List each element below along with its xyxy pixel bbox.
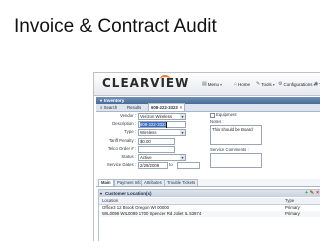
tab-search-label: Search (103, 105, 118, 110)
service-start-value: 2/29/2008 (140, 163, 160, 168)
subtab-strip: Main Payment Info Attributes Trouble Tic… (96, 179, 320, 187)
search-icon: ⌕ (100, 105, 103, 110)
tab-search[interactable]: ⌕ Search (98, 104, 119, 111)
delete-icon[interactable]: × (316, 190, 319, 197)
home-button[interactable]: ⌂ Home (234, 81, 250, 87)
add-icon[interactable]: + (305, 190, 308, 197)
tariff-label: Tariff Penalty : (108, 138, 136, 143)
menu-label: Menu (207, 81, 219, 87)
customer-locations-panel: ▾ Customer Location(s) + ✎ × Location Ty… (98, 189, 320, 241)
service-dates-label: Service Dates : (106, 162, 136, 167)
menu-button[interactable]: ▤ Menu ▾ (202, 81, 222, 87)
vendor-select[interactable]: Verizon Wireless ▾ (138, 113, 186, 120)
chevron-down-icon: ▾ (272, 81, 275, 87)
service-comments-textarea[interactable] (210, 153, 262, 168)
type-cell: Primary (285, 211, 300, 216)
equipment-label: Equipment (216, 112, 237, 117)
description-value: 608-222-3323 (140, 122, 167, 127)
configurations-label: Configurations (283, 81, 313, 87)
tariff-input[interactable]: $0.00 (138, 138, 175, 145)
collapse-icon[interactable]: ▾ (100, 190, 102, 197)
subtab-main[interactable]: Main (98, 179, 114, 186)
slide-title: Invoice & Contract Audit (14, 16, 217, 37)
tools-button[interactable]: ✎ Tools ▾ (256, 81, 275, 87)
chevron-down-icon: ▾ (180, 155, 185, 160)
subtab-trouble-tickets[interactable]: Trouble Tickets (164, 179, 199, 186)
customer-locations-title: Customer Location(s) (105, 191, 152, 196)
notes-textarea[interactable]: This should be Board (210, 125, 262, 145)
service-end-input[interactable] (177, 162, 200, 169)
menu-icon: ▤ (202, 81, 207, 87)
tab-record[interactable]: 608-222-3323 × (148, 103, 186, 111)
record-form: Vendor : Verizon Wireless ▾ Description :… (96, 112, 320, 170)
service-to-label: to (169, 162, 173, 167)
chevron-down-icon: ▾ (180, 114, 185, 119)
collapse-icon[interactable]: ▾ (100, 98, 102, 103)
service-start-input[interactable]: 2/29/2008 (138, 162, 168, 169)
status-value: Active (140, 155, 152, 160)
chevron-down-icon: ▾ (180, 130, 185, 135)
panel-title: Inventory (104, 98, 125, 103)
text-cursor (166, 122, 167, 128)
type-value: Wireless (140, 130, 157, 135)
tab-results-label: Results (127, 105, 142, 110)
column-header-type[interactable]: Type (285, 198, 294, 204)
panel-title-bar: ▾ Inventory (96, 97, 320, 104)
home-icon: ⌂ (234, 81, 238, 87)
status-select[interactable]: Active ▾ (138, 154, 186, 161)
close-icon[interactable]: × (180, 105, 183, 110)
customer-locations-header: ▾ Customer Location(s) + ✎ × (99, 190, 320, 197)
home-label: Home (238, 81, 251, 87)
app-window: CLEARVIEW ▤ Menu ▾ ⌂ Home ✎ Tools ▾ ⚙ Co… (93, 72, 320, 241)
view-icon: ◉ (314, 81, 319, 87)
telco-order-label: Telco Order # : (107, 146, 136, 151)
tools-icon: ✎ (256, 81, 261, 87)
app-logo: CLEARVIEW (102, 76, 190, 90)
gear-icon: ⚙ (278, 81, 283, 87)
notes-value: This should be Board (212, 127, 253, 132)
vendor-label: Vendor : (119, 113, 136, 118)
type-label: Type : (124, 129, 136, 134)
configurations-button[interactable]: ⚙ Configurations ▾ (278, 81, 316, 87)
description-label: Description : (112, 121, 136, 126)
edit-icon[interactable]: ✎ (310, 190, 314, 197)
description-input[interactable]: 608-222-3323 (138, 121, 186, 128)
tab-strip: ⌕ Search Results 608-222-3323 × (96, 103, 320, 112)
logo-swoosh-icon (160, 75, 170, 83)
location-cell: WIL0099 WIL0099 1700 Spencer Rd Joliet I… (102, 211, 202, 216)
vendor-value: Verizon Wireless (140, 114, 172, 119)
equipment-checkbox[interactable] (210, 113, 215, 118)
tab-results[interactable]: Results (125, 104, 143, 111)
telco-order-input[interactable] (138, 146, 175, 153)
tariff-value: $0.00 (140, 139, 151, 144)
locations-table-header: Location Type (99, 198, 320, 205)
view-button[interactable]: ◉ Vi (314, 81, 320, 87)
chevron-down-icon: ▾ (220, 81, 223, 87)
app-header: CLEARVIEW ▤ Menu ▾ ⌂ Home ✎ Tools ▾ ⚙ Co… (94, 73, 320, 96)
tools-label: Tools (261, 81, 272, 87)
column-header-location[interactable]: Location (102, 198, 118, 204)
tab-record-label: 608-222-3323 (151, 105, 178, 110)
status-label: Status : (121, 154, 136, 159)
type-select[interactable]: Wireless ▾ (138, 129, 186, 136)
table-row[interactable]: WIL0099 WIL0099 1700 Spencer Rd Joliet I… (99, 211, 320, 217)
subtab-attributes[interactable]: Attributes (141, 179, 165, 186)
